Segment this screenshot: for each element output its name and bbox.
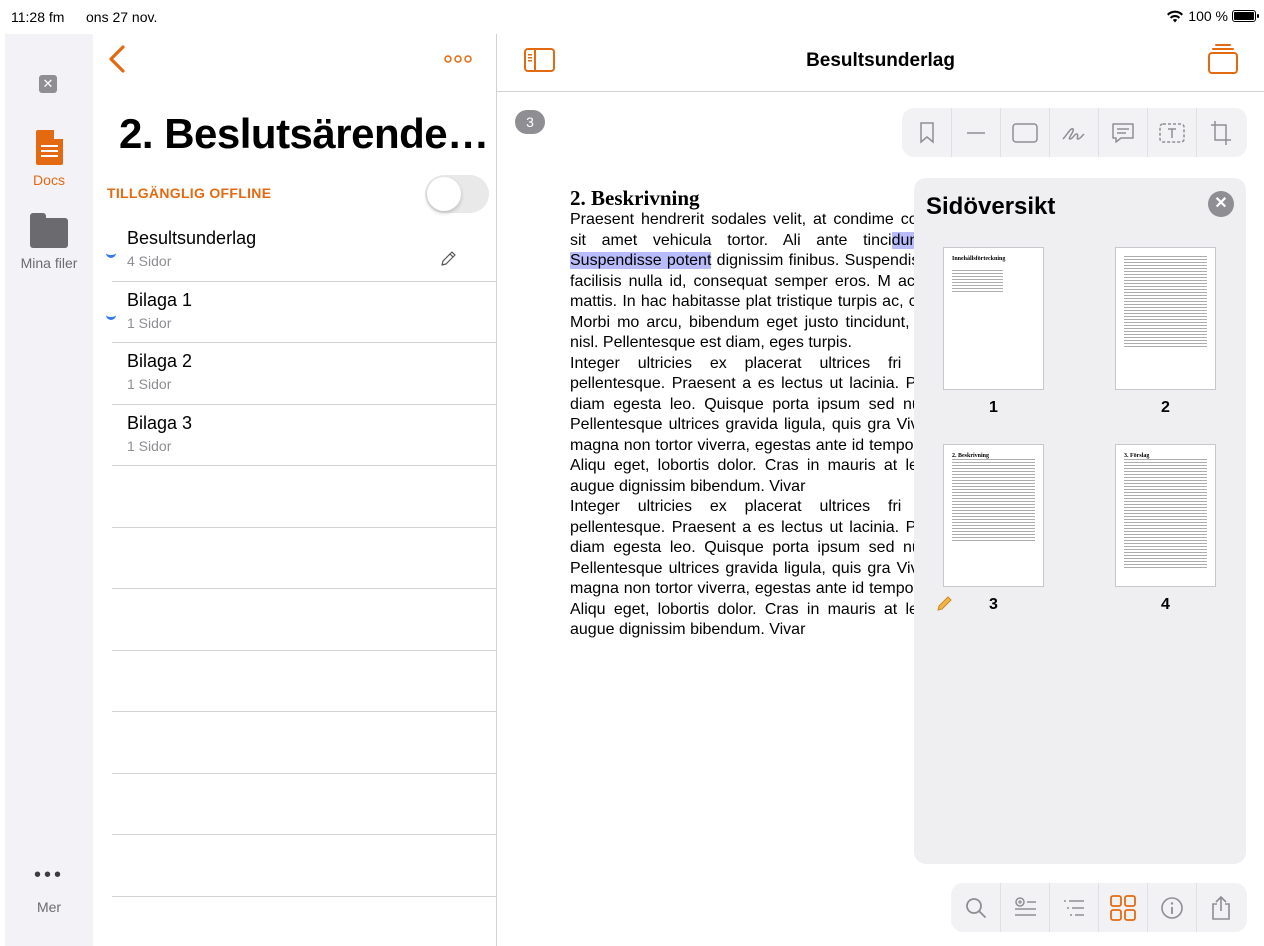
unread-indicator <box>106 248 116 258</box>
status-date: ons 27 nov. <box>86 9 158 25</box>
page-thumbnail[interactable] <box>1115 247 1216 390</box>
close-circle-icon[interactable]: ✕ <box>1208 191 1234 217</box>
document-icon <box>35 130 63 165</box>
empty-row <box>112 712 497 774</box>
section-heading: 2. Beskrivning <box>570 186 700 210</box>
thumbnail-page-number: 3 <box>989 596 998 613</box>
empty-row <box>112 466 497 528</box>
thumbnail-page-number: 2 <box>1161 399 1170 416</box>
overview-title: Sidöversikt <box>926 193 1056 220</box>
paragraph: Integer ultricies ex placerat ultrices f… <box>570 354 915 495</box>
more-options-button[interactable] <box>444 50 472 66</box>
pencil-icon <box>439 250 457 273</box>
rail-my-files[interactable]: Mina filer <box>5 213 93 271</box>
document-list: Besultsunderlag 4 Sidor Bilaga 1 1 Sidor… <box>106 220 497 897</box>
rail-docs[interactable]: Docs <box>5 130 93 188</box>
annotation-list-icon[interactable] <box>1000 883 1049 932</box>
status-right: 100 % <box>1166 8 1259 24</box>
offline-label: TILLGÄNGLIG OFFLINE <box>107 185 272 201</box>
page-grid-icon[interactable] <box>1098 883 1147 932</box>
bookmark-icon[interactable] <box>902 108 951 157</box>
empty-row <box>112 589 497 651</box>
page-count: 1 Sidor <box>127 376 172 392</box>
rectangle-tool-icon[interactable] <box>1000 108 1049 157</box>
share-icon[interactable] <box>1196 883 1245 932</box>
info-icon[interactable] <box>1147 883 1196 932</box>
more-dots-icon: ••• <box>33 864 64 886</box>
page-overview-popover: Sidöversikt ✕ Innehållsförteckning 1 2 2… <box>914 178 1246 864</box>
document-name: Bilaga 1 <box>127 289 193 310</box>
document-list-panel: 2. Beslutsärende… TILLGÄNGLIG OFFLINE Be… <box>93 34 497 946</box>
document-name: Bilaga 2 <box>127 351 193 371</box>
unread-indicator <box>106 310 116 320</box>
app-rail: ✕ Docs Mina filer ••• Mer <box>5 34 93 946</box>
rail-more[interactable]: ••• Mer <box>5 864 93 915</box>
line-tool-icon[interactable] <box>951 108 1000 157</box>
page-count: 1 Sidor <box>127 314 172 331</box>
offline-toggle[interactable] <box>425 175 489 213</box>
list-item[interactable]: Bilaga 2 1 Sidor <box>112 343 497 405</box>
empty-row <box>112 835 497 897</box>
folder-icon <box>30 213 68 248</box>
status-bar: 11:28 fm ons 27 nov. 100 % <box>0 0 1264 34</box>
search-icon[interactable] <box>951 883 1000 932</box>
document-page[interactable]: 2. Beskrivning Praesent hendrerit sodale… <box>570 186 915 906</box>
thumbnail-heading: Innehållsförteckning <box>952 256 1006 262</box>
text-box-tool-icon[interactable] <box>1147 108 1196 157</box>
list-item[interactable]: Bilaga 3 1 Sidor <box>112 405 497 466</box>
signature-tool-icon[interactable] <box>1049 108 1098 157</box>
page-count: 4 Sidor <box>127 253 172 269</box>
document-stack-icon[interactable] <box>1208 44 1238 74</box>
rail-more-label: Mer <box>36 899 62 915</box>
page-thumbnail[interactable]: 2. Beskrivning <box>943 444 1044 587</box>
empty-row <box>112 774 497 835</box>
document-name: Besultsunderlag <box>127 228 257 248</box>
page-thumbnail[interactable]: Innehållsförteckning <box>943 247 1044 390</box>
back-chevron-icon[interactable] <box>107 44 127 79</box>
battery-percent: 100 % <box>1188 8 1228 24</box>
document-viewer: Besultsunderlag 3 2. Beskrivning Praesen… <box>497 34 1264 946</box>
close-icon[interactable]: ✕ <box>39 75 57 93</box>
page-thumbnail[interactable]: 3. Förslag <box>1115 444 1216 587</box>
empty-row <box>112 651 497 712</box>
battery-icon <box>1232 10 1259 22</box>
wifi-icon <box>1167 10 1184 22</box>
comment-tool-icon[interactable] <box>1098 108 1147 157</box>
rail-files-label: Mina filer <box>20 255 78 271</box>
paragraph: Integer ultricies ex placerat ultrices f… <box>570 498 915 638</box>
paragraph-text: Praesent hendrerit sodales velit, at con… <box>570 211 915 249</box>
folder-title: 2. Beslutsärende… <box>119 110 489 157</box>
status-time: 11:28 fm <box>11 9 65 25</box>
crop-tool-icon[interactable] <box>1196 108 1245 157</box>
paragraph: Praesent hendrerit sodales velit, at con… <box>570 210 915 354</box>
viewer-nav-bar: Besultsunderlag <box>497 34 1264 92</box>
page-number-badge: 3 <box>515 110 545 134</box>
document-title: Besultsunderlag <box>806 50 955 71</box>
rail-docs-label: Docs <box>33 172 65 188</box>
thumbnail-page-number: 1 <box>989 399 998 416</box>
document-name: Bilaga 3 <box>127 412 193 433</box>
outline-icon[interactable] <box>1049 883 1098 932</box>
list-item[interactable]: Bilaga 1 1 Sidor <box>106 282 497 343</box>
empty-row <box>112 528 497 589</box>
bottom-toolbar <box>951 883 1247 932</box>
annotation-toolbar <box>902 108 1247 157</box>
page-count: 1 Sidor <box>127 437 172 454</box>
list-item[interactable]: Besultsunderlag 4 Sidor <box>106 220 497 282</box>
thumbnail-page-number: 4 <box>1161 596 1170 613</box>
